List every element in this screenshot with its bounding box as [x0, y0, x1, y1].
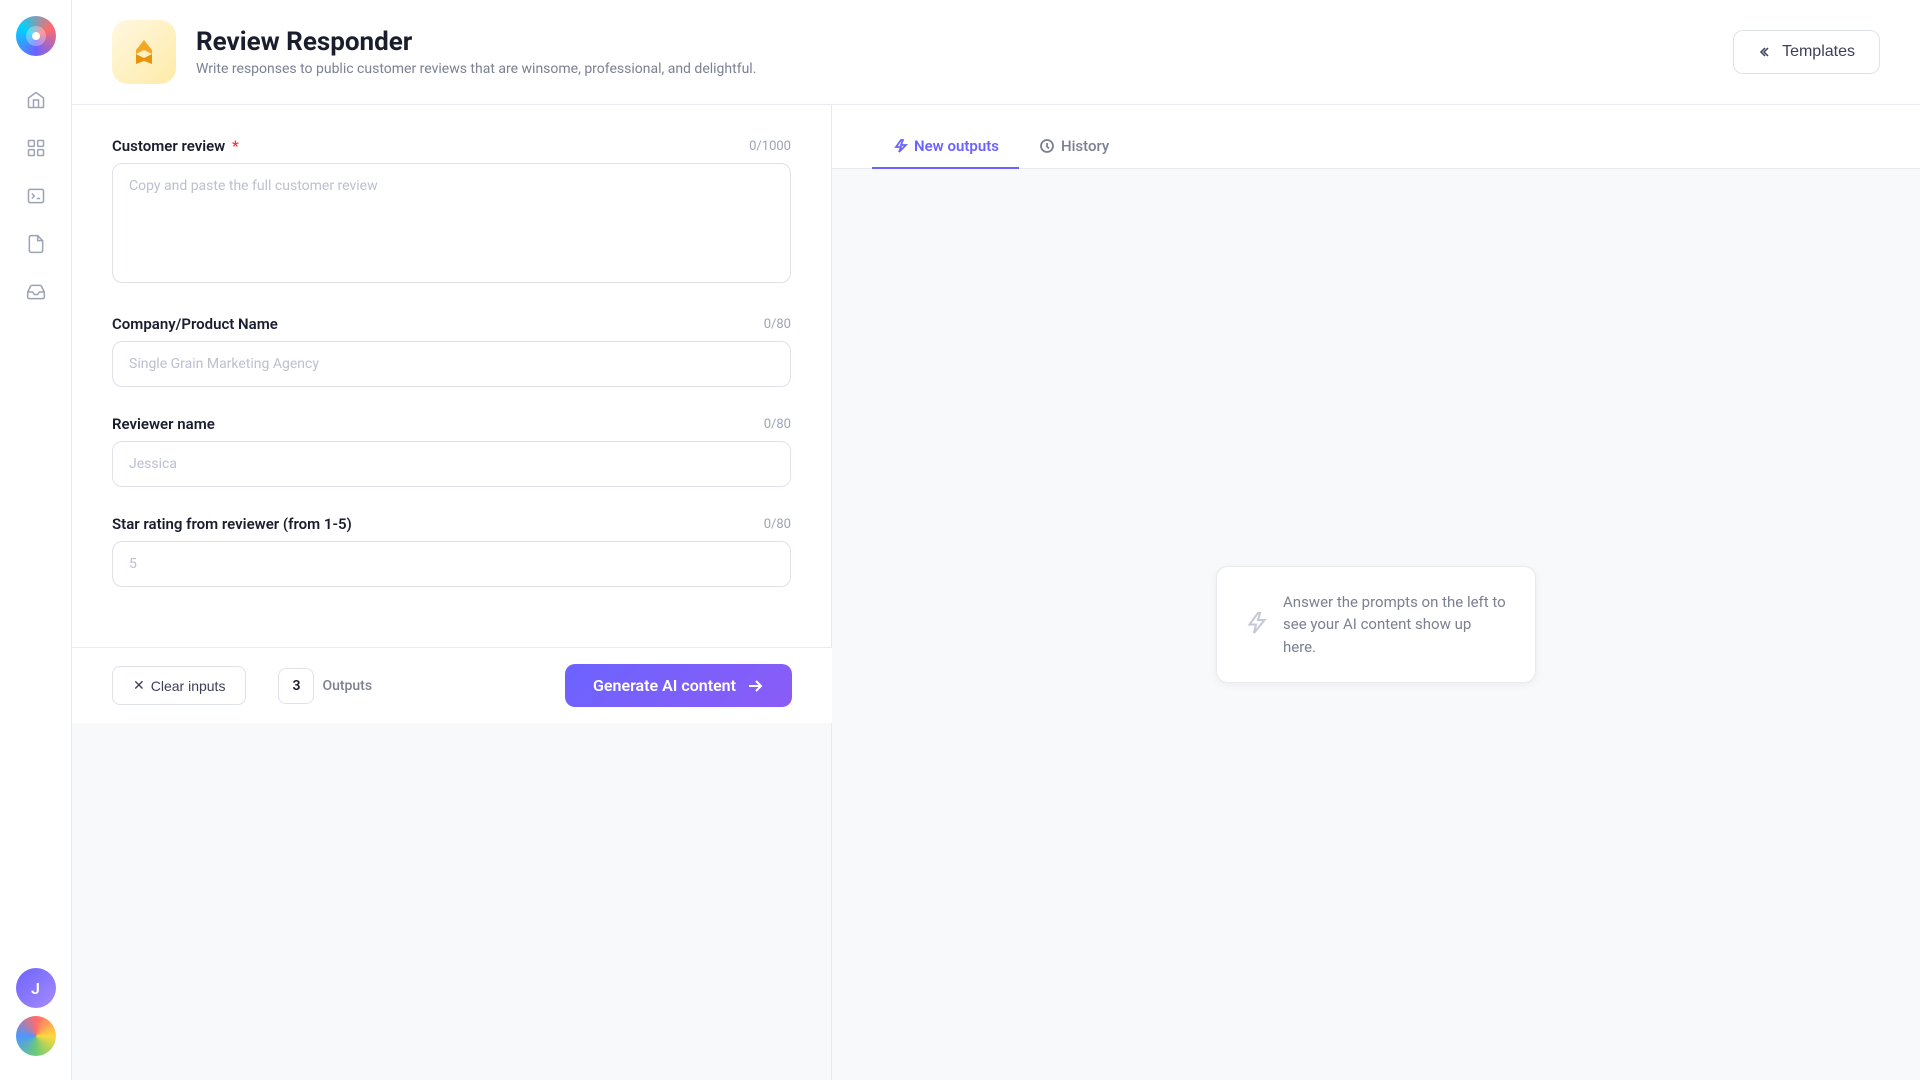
outputs-number-input[interactable]: 3 [278, 668, 314, 704]
app-logo[interactable] [16, 16, 56, 56]
customer-review-header: Customer review * 0/1000 [112, 137, 791, 155]
user-avatar-letter[interactable]: J [16, 968, 56, 1008]
empty-state-text: Answer the prompts on the left to see yo… [1283, 591, 1507, 659]
company-name-input[interactable] [112, 341, 791, 387]
main-content: Review Responder Write responses to publ… [72, 0, 1920, 1080]
sidebar-item-document[interactable] [16, 224, 56, 264]
right-panel: New outputs History [832, 105, 1920, 1080]
sidebar-item-inbox[interactable] [16, 272, 56, 312]
outputs-label: Outputs [322, 678, 372, 694]
app-icon-wrapper [112, 20, 176, 84]
star-rating-label: Star rating from reviewer (from 1-5) [112, 515, 352, 533]
empty-state-card: Answer the prompts on the left to see yo… [1216, 566, 1536, 684]
lightning-icon [892, 138, 908, 154]
tab-history-label: History [1061, 137, 1109, 155]
reviewer-name-field: Reviewer name 0/80 [112, 415, 791, 487]
app-icon [126, 34, 162, 70]
clear-x-icon: ✕ [133, 677, 145, 694]
page-header: Review Responder Write responses to publ… [72, 0, 1920, 105]
reviewer-name-counter: 0/80 [764, 417, 791, 432]
company-name-header: Company/Product Name 0/80 [112, 315, 791, 333]
clear-inputs-label: Clear inputs [151, 678, 226, 694]
company-name-label: Company/Product Name [112, 315, 278, 333]
header-text: Review Responder Write responses to publ… [196, 27, 756, 77]
page-subtitle: Write responses to public customer revie… [196, 61, 756, 77]
outputs-counter: 3 Outputs [278, 668, 372, 704]
clock-icon [1039, 138, 1055, 154]
left-wrapper: Customer review * 0/1000 Company/Product… [72, 105, 832, 1080]
tab-history[interactable]: History [1019, 125, 1129, 169]
reviewer-name-label: Reviewer name [112, 415, 215, 433]
arrow-right-icon [746, 677, 764, 695]
company-name-field: Company/Product Name 0/80 [112, 315, 791, 387]
page-title: Review Responder [196, 27, 756, 57]
star-rating-input[interactable] [112, 541, 791, 587]
reviewer-name-input[interactable] [112, 441, 791, 487]
required-marker: * [228, 137, 238, 155]
output-tabs: New outputs History [832, 105, 1920, 169]
empty-state: Answer the prompts on the left to see yo… [1216, 566, 1536, 684]
generate-button[interactable]: Generate AI content [565, 664, 792, 707]
customer-review-label: Customer review * [112, 137, 239, 155]
star-rating-counter: 0/80 [764, 517, 791, 532]
output-content: Answer the prompts on the left to see yo… [832, 169, 1920, 1080]
company-name-counter: 0/80 [764, 317, 791, 332]
form-panel: Customer review * 0/1000 Company/Product… [72, 105, 832, 647]
tab-new-outputs[interactable]: New outputs [872, 125, 1019, 169]
user-avatar-image[interactable] [16, 1016, 56, 1056]
templates-button-label: Templates [1782, 43, 1855, 61]
generate-button-label: Generate AI content [593, 676, 736, 695]
templates-button[interactable]: Templates [1733, 30, 1880, 74]
bottom-bar: ✕ Clear inputs 3 Outputs Generate AI con… [72, 647, 832, 723]
reviewer-name-header: Reviewer name 0/80 [112, 415, 791, 433]
sidebar-item-home[interactable] [16, 80, 56, 120]
customer-review-counter: 0/1000 [749, 139, 791, 154]
customer-review-input[interactable] [112, 163, 791, 283]
sidebar-item-terminal[interactable] [16, 176, 56, 216]
star-rating-header: Star rating from reviewer (from 1-5) 0/8… [112, 515, 791, 533]
sidebar: J [0, 0, 72, 1080]
content-area: Customer review * 0/1000 Company/Product… [72, 105, 1920, 1080]
header-left: Review Responder Write responses to publ… [112, 20, 756, 84]
star-rating-field: Star rating from reviewer (from 1-5) 0/8… [112, 515, 791, 587]
customer-review-field: Customer review * 0/1000 [112, 137, 791, 287]
tab-new-outputs-label: New outputs [914, 137, 999, 155]
chevrons-left-icon [1758, 44, 1774, 60]
clear-inputs-button[interactable]: ✕ Clear inputs [112, 666, 246, 705]
sidebar-item-apps[interactable] [16, 128, 56, 168]
lightning-empty-icon [1245, 611, 1269, 639]
